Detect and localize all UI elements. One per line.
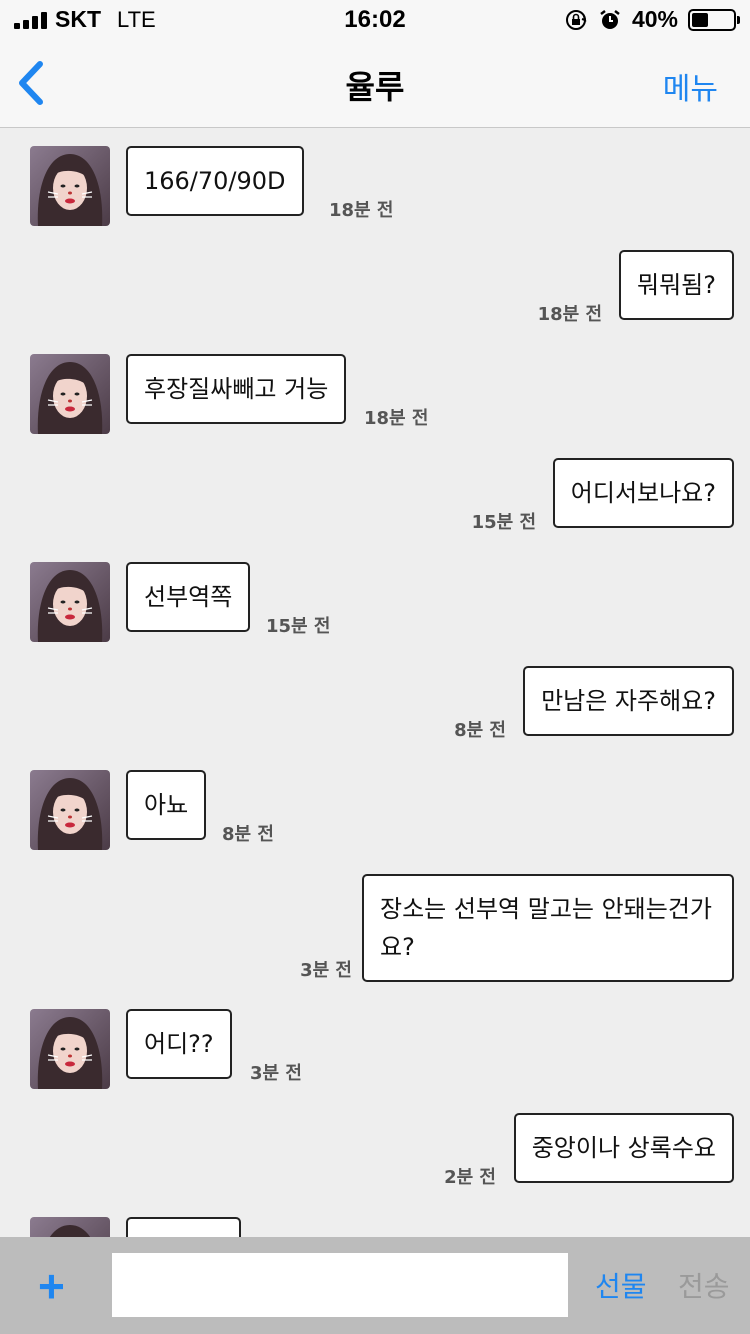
message-bubble: 166/70/90D <box>126 146 304 216</box>
message-bubble: 장소는 선부역 말고는 안돼는건가요? <box>362 874 734 982</box>
profile-photo <box>30 562 110 642</box>
profile-photo <box>30 354 110 434</box>
avatar[interactable] <box>30 770 110 850</box>
alarm-icon <box>600 9 620 29</box>
message-bubble: 중앙이나 상록수요 <box>513 1113 734 1183</box>
message-bubble: 어디서보나요? <box>552 458 734 528</box>
navigation-bar: 율루 메뉴 <box>0 40 750 128</box>
message-time: 18분 전 <box>329 200 394 221</box>
profile-photo <box>30 146 110 226</box>
profile-photo <box>30 1009 110 1089</box>
gift-button[interactable]: 선물 <box>595 1265 647 1305</box>
message-time: 18분 전 <box>537 304 602 325</box>
avatar[interactable] <box>30 562 110 642</box>
message-time: 18분 전 <box>364 408 429 429</box>
message-time: 15분 전 <box>266 616 331 637</box>
status-bar: SKT LTE 16:02 40% <box>0 0 750 40</box>
message-bubble: 아뇨 <box>126 770 207 840</box>
menu-button[interactable]: 메뉴 <box>663 64 718 108</box>
plus-button[interactable]: + <box>38 1259 78 1312</box>
profile-photo <box>30 770 110 850</box>
message-input[interactable] <box>112 1253 568 1317</box>
avatar[interactable] <box>30 1009 110 1089</box>
message-bubble <box>126 1217 241 1237</box>
avatar[interactable] <box>30 146 110 226</box>
message-bubble: 만남은 자주해요? <box>523 666 734 736</box>
avatar[interactable] <box>30 1217 110 1237</box>
message-time: 8분 전 <box>222 824 274 845</box>
message-time: 3분 전 <box>300 960 352 981</box>
orientation-lock-icon <box>565 9 587 30</box>
profile-photo <box>30 1217 110 1237</box>
avatar[interactable] <box>30 354 110 434</box>
message-time: 2분 전 <box>444 1167 496 1188</box>
message-bubble: 선부역쪽 <box>126 562 251 632</box>
battery-percent: 40% <box>631 6 678 32</box>
chat-title: 율루 <box>345 68 405 106</box>
input-bar: + 선물 전송 <box>0 1237 750 1334</box>
message-time: 3분 전 <box>250 1063 302 1084</box>
battery-icon <box>688 8 740 31</box>
message-bubble: 어디?? <box>126 1009 232 1079</box>
message-bubble: 후장질싸빼고 거능 <box>126 354 347 424</box>
message-time: 15분 전 <box>471 512 536 533</box>
chat-messages[interactable]: 166/70/90D 18분 전 뭐뭐됨? 18분 전 후장질싸빼고 거능 18… <box>0 129 750 1237</box>
message-time: 8분 전 <box>454 720 506 741</box>
send-button[interactable]: 전송 <box>678 1265 730 1305</box>
message-bubble: 뭐뭐됨? <box>619 250 734 320</box>
